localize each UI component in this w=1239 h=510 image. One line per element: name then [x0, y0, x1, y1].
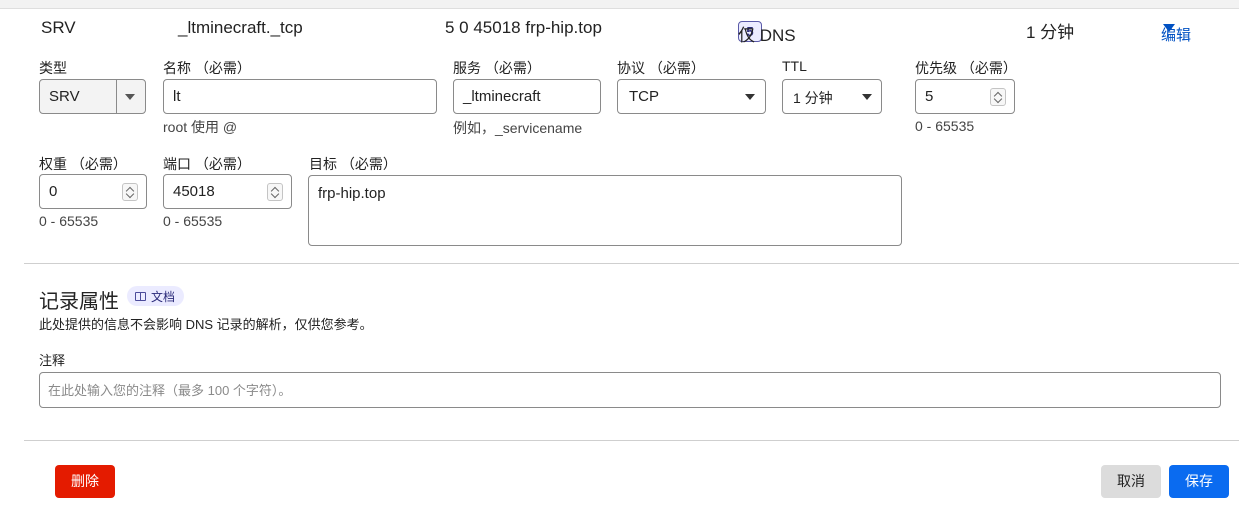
name-label: 名称 （必需）: [163, 60, 251, 76]
proxy-status-label: 仅 DNS: [738, 26, 796, 45]
port-label: 端口 （必需）: [163, 156, 251, 172]
weight-label: 权重 （必需）: [39, 156, 127, 172]
target-label: 目标 （必需）: [309, 156, 397, 172]
record-type: SRV: [41, 18, 76, 37]
ttl-select-value: 1 分钟: [793, 90, 833, 106]
comment-label: 注释: [39, 353, 66, 368]
section-divider: [24, 263, 1239, 264]
target-textarea[interactable]: frp-hip.top: [308, 175, 902, 246]
protocol-select-value: TCP: [629, 88, 659, 105]
name-input[interactable]: lt: [163, 79, 437, 114]
protocol-label: 协议 （必需）: [617, 60, 705, 76]
save-button[interactable]: 保存: [1169, 465, 1229, 498]
protocol-select[interactable]: TCP: [617, 79, 766, 114]
service-label: 服务 （必需）: [453, 60, 541, 76]
record-name: _ltminecraft._tcp: [178, 18, 303, 37]
docs-link[interactable]: 文档: [127, 286, 185, 306]
docs-label[interactable]: 文档: [151, 288, 175, 305]
record-content: 5 0 45018 frp-hip.top: [445, 18, 602, 37]
service-hint: 例如，_servicename: [453, 120, 583, 136]
type-select[interactable]: SRV: [39, 79, 146, 114]
stepper-arrows-icon[interactable]: [122, 183, 138, 201]
priority-label: 优先级 （必需）: [915, 60, 1017, 76]
priority-stepper[interactable]: 5: [915, 79, 1015, 114]
chevron-down-icon: [125, 94, 135, 100]
weight-hint: 0 - 65535: [39, 213, 99, 229]
service-input-value: _ltminecraft: [463, 88, 541, 105]
select-divider: [116, 80, 117, 113]
port-value: 45018: [173, 183, 215, 200]
priority-hint: 0 - 65535: [915, 118, 975, 134]
service-input[interactable]: _ltminecraft: [453, 79, 601, 114]
comment-input[interactable]: [48, 380, 1208, 400]
footer-divider: [24, 440, 1239, 441]
book-icon: [135, 291, 146, 301]
ttl-select[interactable]: 1 分钟: [782, 79, 882, 114]
caret-down-icon[interactable]: [1163, 24, 1175, 32]
type-select-value: SRV: [49, 88, 80, 105]
name-input-value: lt: [173, 88, 181, 105]
priority-value: 5: [925, 88, 934, 105]
cancel-button[interactable]: 取消: [1101, 465, 1161, 498]
record-attributes-title: 记录属性: [39, 291, 119, 313]
target-value: frp-hip.top: [318, 185, 386, 202]
delete-button[interactable]: 删除: [55, 465, 115, 498]
stepper-arrows-icon[interactable]: [267, 183, 283, 201]
port-stepper[interactable]: 45018: [163, 174, 292, 209]
type-label: 类型: [39, 60, 67, 76]
stepper-arrows-icon[interactable]: [990, 88, 1006, 106]
comment-field[interactable]: [39, 372, 1221, 408]
chevron-down-icon: [862, 94, 872, 100]
port-hint: 0 - 65535: [163, 213, 223, 229]
previous-row-strip: [0, 0, 1239, 9]
record-ttl: 1 分钟: [1026, 23, 1075, 42]
record-attributes-description: 此处提供的信息不会影响 DNS 记录的解析，仅供您参考。: [39, 317, 373, 332]
chevron-down-icon: [745, 94, 755, 100]
dns-record-row: SRV _ltminecraft._tcp 5 0 45018 frp-hip.…: [0, 14, 1239, 45]
ttl-label: TTL: [782, 58, 807, 74]
weight-value: 0: [49, 183, 58, 200]
name-hint: root 使用 @: [163, 119, 238, 135]
weight-stepper[interactable]: 0: [39, 174, 147, 209]
